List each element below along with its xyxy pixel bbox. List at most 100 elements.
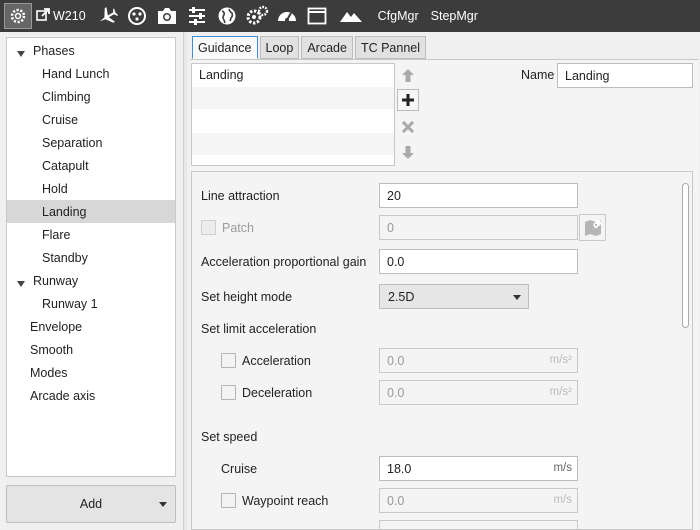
- window-icon[interactable]: [302, 0, 332, 32]
- main-toolbar: W210 CfgMgr StepMgr: [0, 0, 700, 32]
- accel-gain-input[interactable]: 0.0: [379, 249, 578, 274]
- waypoint-reach-unit: m/s: [553, 494, 572, 506]
- external-link-icon: [36, 7, 50, 25]
- accel-gain-label: Acceleration proportional gain: [201, 255, 367, 269]
- expand-arrow-icon[interactable]: [17, 277, 25, 287]
- aircraft-selector[interactable]: W210: [36, 0, 92, 32]
- expand-arrow-icon[interactable]: [17, 47, 25, 57]
- acceleration-input[interactable]: 0.0 m/s²: [379, 348, 578, 373]
- chevron-down-icon: [513, 295, 521, 300]
- list-item[interactable]: [192, 110, 394, 133]
- tree-item-label: Runway 1: [42, 296, 98, 311]
- sliders-icon[interactable]: [182, 0, 212, 32]
- acceleration-checkbox[interactable]: [221, 353, 236, 368]
- deceleration-unit: m/s²: [549, 386, 572, 398]
- cruise-unit: m/s: [553, 462, 572, 474]
- deceleration-input[interactable]: 0.0 m/s²: [379, 380, 578, 405]
- paw-icon[interactable]: [122, 0, 152, 32]
- list-item-label: Landing: [199, 68, 244, 82]
- patch-checkbox[interactable]: [201, 220, 216, 235]
- height-mode-label: Set height mode: [201, 290, 293, 304]
- camera-icon[interactable]: [152, 0, 182, 32]
- tree-item-standby[interactable]: Standby: [7, 246, 175, 269]
- tree-item-label: Cruise: [42, 112, 79, 127]
- gear-icon[interactable]: [4, 3, 32, 29]
- waypoint-reach-value: 0.0: [387, 493, 405, 508]
- tab-label: Guidance: [198, 40, 252, 55]
- cruise-speed-input[interactable]: 18.0 m/s: [379, 456, 578, 481]
- acceleration-unit: m/s²: [549, 354, 572, 366]
- tree-item-label: Arcade axis: [30, 388, 96, 403]
- delete-icon[interactable]: [397, 116, 419, 138]
- patch-label: Patch: [222, 221, 254, 235]
- tree-item-label: Separation: [42, 135, 103, 150]
- add-button[interactable]: Add: [6, 485, 176, 523]
- move-down-icon[interactable]: [397, 141, 419, 163]
- stepmgr-button[interactable]: StepMgr: [425, 0, 484, 32]
- tree-item-arcade-axis[interactable]: Arcade axis: [7, 384, 175, 407]
- tab-label: TC Pannel: [360, 40, 420, 55]
- mountains-icon[interactable]: [336, 0, 366, 32]
- deceleration-value: 0.0: [387, 385, 405, 400]
- tree-item-cruise[interactable]: Cruise: [7, 108, 175, 131]
- tree-item-hold[interactable]: Hold: [7, 177, 175, 200]
- line-attraction-value: 20: [387, 188, 401, 203]
- tree-item-flare[interactable]: Flare: [7, 223, 175, 246]
- chevron-down-icon[interactable]: [159, 502, 167, 507]
- line-attraction-input[interactable]: 20: [379, 183, 578, 208]
- patch-input[interactable]: 0: [379, 215, 578, 240]
- gauge-icon[interactable]: [272, 0, 302, 32]
- limit-accel-label: Set limit acceleration: [201, 322, 317, 336]
- tab-label: Loop: [265, 40, 294, 55]
- waypoint-reach-input[interactable]: 0.0 m/s: [379, 488, 578, 513]
- tab-arcade[interactable]: Arcade: [301, 36, 353, 59]
- tree-item-label: Phases: [33, 43, 75, 58]
- tree-item-modes[interactable]: Modes: [7, 361, 175, 384]
- add-button-label: Add: [79, 497, 103, 511]
- tree-item-hand-lunch[interactable]: Hand Lunch: [7, 62, 175, 85]
- next-field-partial[interactable]: [379, 520, 578, 530]
- add-item-icon[interactable]: [397, 89, 419, 111]
- tree-item-label: Flare: [42, 227, 71, 242]
- panel-splitter[interactable]: [183, 32, 187, 530]
- tree-item-smooth[interactable]: Smooth: [7, 338, 175, 361]
- patch-value: 0: [387, 220, 394, 235]
- tree-item-climbing[interactable]: Climbing: [7, 85, 175, 108]
- tab-loop[interactable]: Loop: [259, 36, 300, 59]
- tree-item-runway[interactable]: Runway: [7, 269, 175, 292]
- globe-icon[interactable]: [212, 0, 242, 32]
- tree-item-label: Hold: [42, 181, 68, 196]
- cruise-label: Cruise: [221, 462, 258, 476]
- tree-item-label: Envelope: [30, 319, 83, 334]
- tree-item-separation[interactable]: Separation: [7, 131, 175, 154]
- tree-item-runway-1[interactable]: Runway 1: [7, 292, 175, 315]
- list-item[interactable]: Landing: [192, 64, 394, 87]
- tree-item-label: Standby: [42, 250, 88, 265]
- waypoint-reach-checkbox[interactable]: [221, 493, 236, 508]
- list-item[interactable]: [192, 133, 394, 156]
- tree-item-catapult[interactable]: Catapult: [7, 154, 175, 177]
- tree-item-label: Hand Lunch: [42, 66, 110, 81]
- scrollbar-thumb[interactable]: [682, 183, 689, 328]
- list-item[interactable]: [192, 87, 394, 110]
- move-up-icon[interactable]: [397, 64, 419, 86]
- map-icon[interactable]: [579, 214, 606, 241]
- tree-item-envelope[interactable]: Envelope: [7, 315, 175, 338]
- name-input[interactable]: Landing: [557, 63, 693, 88]
- tree-item-label: Landing: [42, 204, 87, 219]
- tab-tc-pannel[interactable]: TC Pannel: [354, 36, 426, 59]
- deceleration-checkbox[interactable]: [221, 385, 236, 400]
- tree-item-landing[interactable]: Landing: [7, 200, 175, 223]
- acceleration-value: 0.0: [387, 353, 405, 368]
- tree-item-phases[interactable]: Phases: [7, 39, 175, 62]
- height-mode-select[interactable]: 2.5D: [379, 284, 529, 309]
- tab-guidance[interactable]: Guidance: [192, 36, 258, 59]
- tree-item-label: Smooth: [30, 342, 74, 357]
- tree-item-label: Catapult: [42, 158, 89, 173]
- line-attraction-label: Line attraction: [201, 189, 280, 203]
- waypoint-reach-label: Waypoint reach: [242, 494, 329, 508]
- gears-icon[interactable]: [242, 0, 272, 32]
- airplane-icon[interactable]: [92, 0, 122, 32]
- cfgmgr-button[interactable]: CfgMgr: [372, 0, 425, 32]
- name-value: Landing: [565, 68, 610, 83]
